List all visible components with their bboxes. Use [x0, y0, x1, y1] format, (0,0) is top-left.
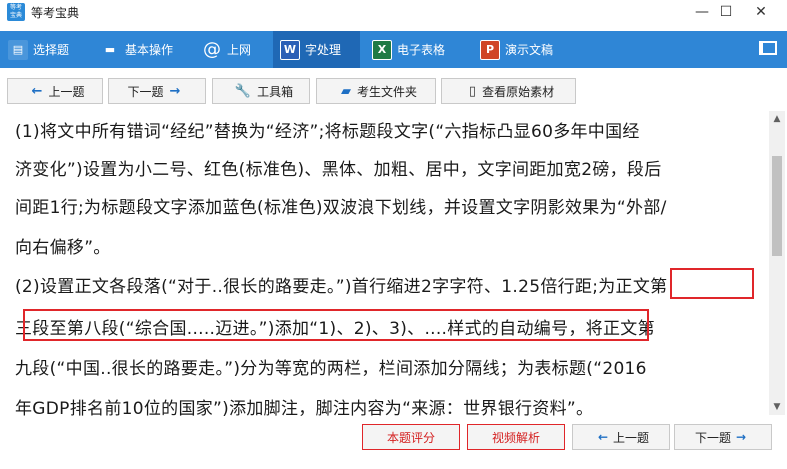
word-icon: W [280, 39, 300, 60]
menu-label: 演示文稿 [505, 43, 554, 57]
button-label: 下一题 [127, 84, 164, 99]
excel-icon: X [372, 39, 392, 60]
powerpoint-icon: P [480, 39, 500, 60]
button-label: 视频解析 [491, 430, 540, 445]
student-folder-button[interactable]: ▰ 考生文件夹 [316, 78, 436, 104]
toolbox-button[interactable]: 🔧 工具箱 [212, 78, 310, 104]
scroll-thumb[interactable] [772, 156, 782, 256]
button-label: 上一题 [48, 84, 85, 99]
pin-icon[interactable] [759, 41, 777, 55]
highlight-box [670, 268, 754, 299]
question-line: 济变化”)设置为小二号、红色(标准色)、黑体、加粗、居中，文字间距加宽2磅，段后 [15, 160, 662, 180]
button-label: 上一题 [613, 430, 650, 445]
question-line: (2)设置正文各段落(“对于..很长的路要走。”)首行缩进2字字符、1.25倍行… [15, 277, 668, 297]
app-logo-icon: 等考 宝典 [7, 3, 25, 21]
menu-label: 字处理 [305, 43, 342, 57]
clipboard-icon: ▤ [8, 39, 28, 60]
question-line: (1)将文中所有错词“经纪”替换为“经济”;将标题段文字(“六指标凸显60多年中… [15, 122, 640, 142]
maximize-button[interactable]: ☐ [696, 0, 736, 24]
wrench-icon: 🔧 [234, 83, 252, 99]
vertical-scrollbar[interactable]: ▲ ▼ [769, 111, 785, 415]
highlight-box [23, 309, 649, 341]
arrow-left-icon: ← [31, 83, 43, 99]
question-line: 间距1行;为标题段文字添加蓝色(标准色)双波浪下划线，并设置文字阴影效果为“外部… [15, 198, 667, 218]
question-line: 九段(“中国..很长的路要走。”)分为等宽的两栏，栏间添加分隔线；为表标题(“2… [15, 359, 647, 379]
question-line: 年GDP排名前10位的国家”)添加脚注，脚注内容为“来源：世界银行资料”。 [15, 399, 594, 419]
menu-bar: ▤ 选择题 ▬ 基本操作 @ 上网 W 字处理 X 电子表格 P 演示文稿 [0, 31, 787, 68]
scroll-down-icon[interactable]: ▼ [769, 399, 785, 415]
button-label: 下一题 [694, 430, 731, 445]
document-icon: ▯ [468, 83, 477, 99]
arrow-right-icon: → [735, 430, 747, 444]
toolbar: ← 上一题 下一题 → 🔧 工具箱 ▰ 考生文件夹 ▯ 查看原始素材 [0, 72, 787, 110]
score-button[interactable]: 本题评分 [362, 424, 460, 450]
menu-label: 上网 [227, 43, 252, 57]
question-line: 向右偏移”。 [15, 238, 111, 258]
menu-label: 电子表格 [397, 43, 446, 57]
bottom-prev-button[interactable]: ← 上一题 [572, 424, 670, 450]
next-question-button[interactable]: 下一题 → [108, 78, 206, 104]
arrow-right-icon: → [169, 83, 181, 99]
close-button[interactable]: ✕ [741, 0, 781, 24]
menu-item-ppt[interactable]: P 演示文稿 [480, 31, 580, 68]
prev-question-button[interactable]: ← 上一题 [7, 78, 103, 104]
at-icon: @ [203, 39, 221, 60]
button-label: 本题评分 [386, 430, 435, 445]
title-bar: 等考 宝典 等考宝典 — ☐ ✕ [0, 0, 787, 24]
menu-item-word[interactable]: W 字处理 [273, 31, 360, 68]
window-title: 等考宝典 [31, 6, 80, 20]
menu-item-internet[interactable]: @ 上网 [202, 31, 272, 68]
video-analysis-button[interactable]: 视频解析 [467, 424, 565, 450]
scroll-up-icon[interactable]: ▲ [769, 111, 785, 127]
menu-label: 选择题 [33, 43, 70, 57]
menu-item-excel[interactable]: X 电子表格 [372, 31, 472, 68]
bottom-next-button[interactable]: 下一题 → [674, 424, 772, 450]
arrow-left-icon: ← [597, 430, 609, 444]
menu-item-choice[interactable]: ▤ 选择题 [8, 31, 98, 68]
view-material-button[interactable]: ▯ 查看原始素材 [441, 78, 576, 104]
monitor-icon: ▬ [104, 43, 116, 56]
button-label: 考生文件夹 [356, 84, 417, 99]
menu-label: 基本操作 [125, 43, 174, 57]
folder-icon: ▰ [340, 83, 351, 99]
button-label: 工具箱 [257, 84, 294, 99]
menu-item-basic[interactable]: ▬ 基本操作 [100, 31, 190, 68]
button-label: 查看原始素材 [482, 84, 555, 99]
